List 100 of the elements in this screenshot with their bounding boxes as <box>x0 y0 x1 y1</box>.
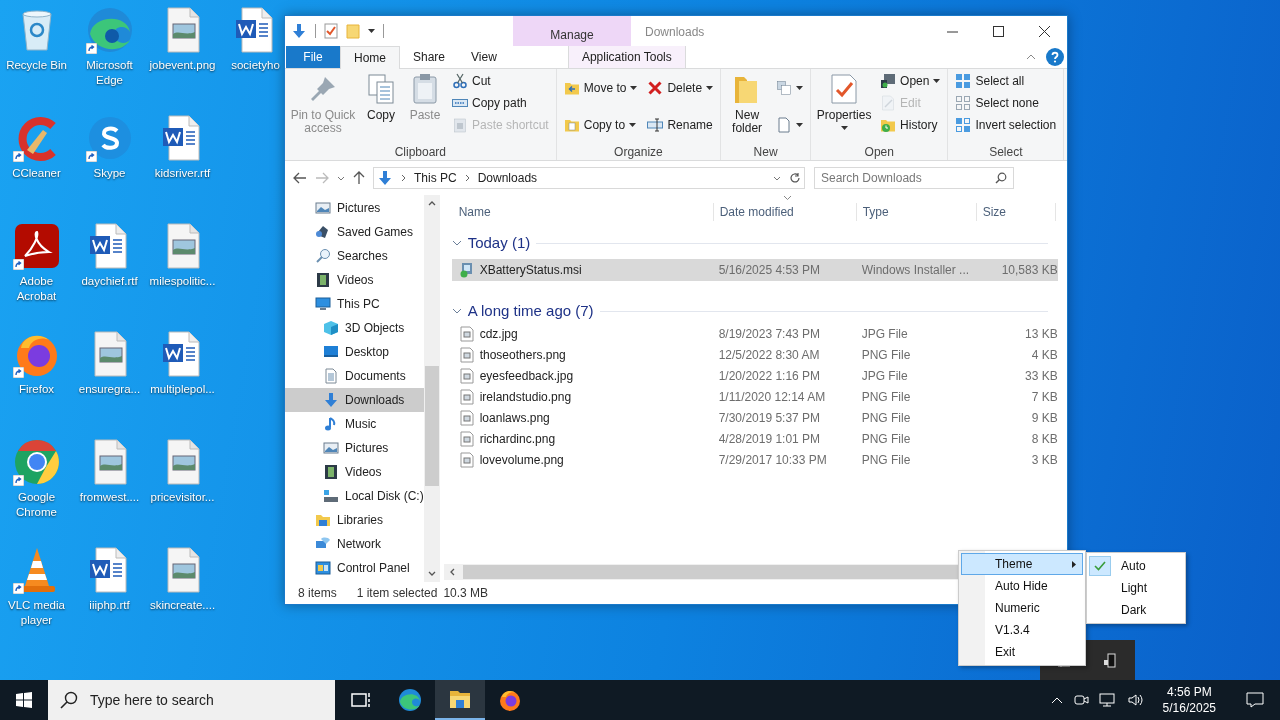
collapse-ribbon-icon[interactable] <box>1026 54 1036 60</box>
ribbon-button[interactable]: New folder <box>725 69 770 143</box>
menu-item[interactable]: V1.3.4 <box>961 619 1083 641</box>
file-row[interactable]: lovevolume.png 7/29/2017 10:33 PM PNG File 3 KB <box>451 449 1058 470</box>
nav-item[interactable]: Libraries <box>285 508 424 532</box>
taskbar-button[interactable] <box>435 680 485 720</box>
ribbon-button[interactable]: Select none <box>955 92 1057 114</box>
column-header[interactable]: Size <box>975 203 1056 221</box>
menu-item[interactable]: Numeric <box>961 597 1083 619</box>
ribbon-button[interactable]: Delete <box>647 77 714 100</box>
fox-logo-icon <box>498 688 522 712</box>
nav-item[interactable]: Network <box>285 532 424 556</box>
ribbon-button[interactable]: Invert selection <box>955 114 1057 136</box>
taskbar-search-field[interactable]: Type here to search <box>48 680 335 720</box>
nav-item[interactable]: Pictures <box>285 196 424 220</box>
nav-item[interactable]: Control Panel <box>285 556 424 580</box>
menu-item[interactable]: Auto Hide <box>961 575 1083 597</box>
rename-icon <box>647 116 664 133</box>
file-row[interactable]: cdz.jpg 8/19/2023 7:43 PM JPG File 13 KB <box>451 323 1058 344</box>
shortcut-arrow-icon <box>12 259 24 270</box>
file-row[interactable]: richardinc.png 4/28/2019 1:01 PM PNG File 8 KB <box>451 428 1058 449</box>
menu-item[interactable]: Light <box>1087 577 1185 599</box>
chevron-down-icon[interactable] <box>451 240 462 246</box>
refresh-icon[interactable] <box>789 172 801 184</box>
ribbon-tab[interactable]: View <box>458 46 510 68</box>
file-row[interactable]: eyesfeedback.jpg 1/20/2022 1:16 PM JPG File 33 KB <box>451 365 1058 386</box>
up-arrow-icon[interactable] <box>353 171 365 185</box>
nav-item[interactable]: Music <box>285 412 424 436</box>
checkmark-page-icon[interactable] <box>324 23 338 39</box>
ribbon-tab[interactable]: Application Tools <box>567 46 686 68</box>
scrollbar[interactable] <box>423 195 440 582</box>
clock-date[interactable]: 5/16/2025 <box>1162 700 1216 716</box>
ribbon-group-label: Select <box>988 144 1024 160</box>
group-header[interactable]: Today (1) <box>467 231 531 255</box>
column-header[interactable]: Date modified <box>712 203 856 221</box>
caret-icon <box>933 79 941 83</box>
chevron-down-icon[interactable] <box>427 571 436 576</box>
menu-item[interactable]: Theme <box>961 553 1083 575</box>
nav-item[interactable]: Saved Games <box>285 220 424 244</box>
image-file-icon <box>458 367 475 384</box>
table-cell-text: 7 KB <box>1030 388 1058 406</box>
menu-item[interactable]: Auto <box>1087 555 1185 577</box>
group-header[interactable]: A long time ago (7) <box>467 299 594 323</box>
menu-item[interactable]: Exit <box>961 641 1083 663</box>
nav-item[interactable]: Desktop <box>285 340 424 364</box>
nav-item[interactable]: Searches <box>285 244 424 268</box>
swirl-logo-icon <box>85 6 134 54</box>
nav-item[interactable]: Local Disk (C:) <box>285 484 424 508</box>
file-row[interactable]: XBatteryStatus.msi 5/16/2025 4:53 PM Windows Installer ... 10,583 KB <box>451 259 1058 281</box>
ribbon-button[interactable]: Move to <box>563 77 638 100</box>
file-row[interactable]: thoseothers.png 12/5/2022 8:30 AM PNG File 4 KB <box>451 344 1058 365</box>
volume-icon[interactable] <box>1126 692 1145 708</box>
breadcrumb[interactable]: Downloads <box>477 169 538 187</box>
nav-item[interactable]: Documents <box>285 364 424 388</box>
nav-item[interactable]: Videos <box>285 268 424 292</box>
nav-item[interactable]: This PC <box>285 292 424 316</box>
notification-icon[interactable] <box>1246 692 1264 708</box>
table-cell-text: PNG File <box>861 430 912 448</box>
film-strip-icon <box>323 464 339 480</box>
ribbon-tab[interactable]: Home <box>340 46 400 69</box>
search-field[interactable]: Search Downloads <box>814 167 1014 189</box>
ribbon-tab[interactable]: File <box>286 46 340 68</box>
image-file-icon <box>458 409 475 426</box>
ribbon-button[interactable]: Copy to <box>563 113 638 136</box>
ribbon-button[interactable]: Select all <box>955 70 1057 92</box>
menu-item[interactable]: Dark <box>1087 599 1185 621</box>
address-bar[interactable]: This PC Downloads <box>373 167 805 189</box>
nav-item[interactable]: 3D Objects <box>285 316 424 340</box>
ribbon-tab[interactable]: Share <box>400 46 459 68</box>
chevron-down-icon[interactable] <box>451 308 462 314</box>
ribbon-button[interactable]: Cut <box>452 70 549 92</box>
network-icon[interactable] <box>1098 692 1117 708</box>
file-name: richardinc.png <box>479 430 556 448</box>
ribbon-button[interactable]: Copy <box>361 69 401 143</box>
nav-item[interactable]: Downloads <box>285 388 424 412</box>
camera-icon[interactable] <box>1072 692 1089 708</box>
chevron-up-icon[interactable] <box>427 201 436 206</box>
help-icon[interactable] <box>1046 48 1064 66</box>
nav-item[interactable]: Videos <box>285 460 424 484</box>
chevron-down-icon[interactable] <box>773 175 781 181</box>
ribbon-button[interactable]: History <box>880 114 941 136</box>
ribbon-button[interactable]: Properties <box>815 69 874 143</box>
chevron-left-icon[interactable] <box>449 568 455 576</box>
back-arrow-icon[interactable] <box>293 172 307 184</box>
column-header[interactable]: Type <box>855 203 976 221</box>
ribbon-button[interactable]: Rename <box>647 113 714 136</box>
file-name: thoseothers.png <box>479 346 566 364</box>
breadcrumb[interactable]: This PC <box>414 169 457 187</box>
column-header[interactable]: Name <box>451 203 713 221</box>
chevron-down-icon[interactable] <box>337 175 345 181</box>
paste-shortcut-icon <box>452 117 468 133</box>
ribbon-button[interactable]: Open <box>880 70 941 92</box>
file-row[interactable]: irelandstudio.png 1/11/2020 12:14 AM PNG File 7 KB <box>451 386 1058 407</box>
clock-time[interactable]: 4:56 PM <box>1166 684 1212 700</box>
nav-item[interactable]: Pictures <box>285 436 424 460</box>
file-row[interactable]: loanlaws.png 7/30/2019 5:37 PM PNG File 9 KB <box>451 407 1058 428</box>
ribbon-button[interactable]: Copy path <box>452 92 549 114</box>
image-file-icon <box>458 346 475 363</box>
image-file-icon <box>458 451 475 468</box>
search-icon <box>995 172 1007 184</box>
